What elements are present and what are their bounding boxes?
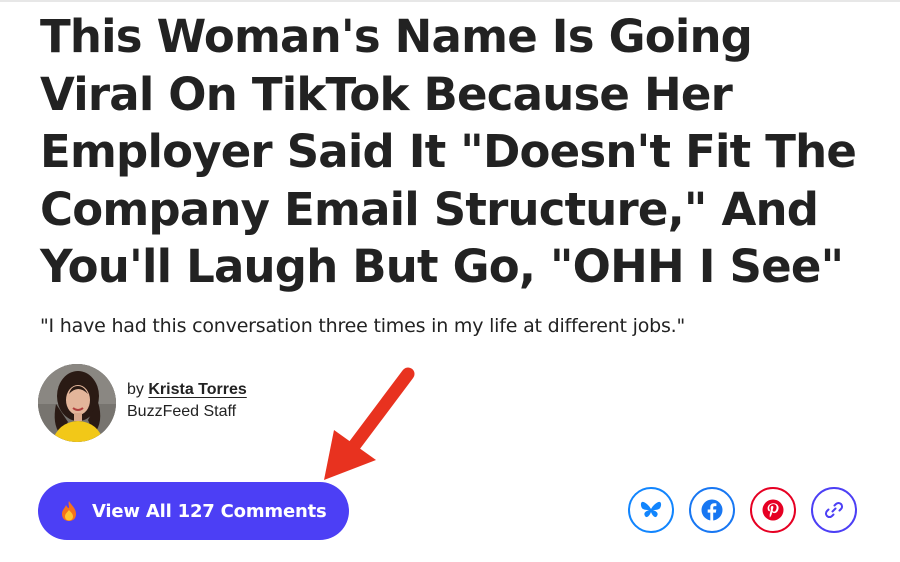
link-icon xyxy=(824,501,844,519)
article-dek: "I have had this conversation three time… xyxy=(40,315,686,337)
butterfly-icon xyxy=(640,501,662,518)
view-comments-label: View All 127 Comments xyxy=(92,500,327,522)
byline: by Krista Torres BuzzFeed Staff xyxy=(38,363,247,443)
share-bluesky-button[interactable] xyxy=(628,487,674,533)
byline-author-row: by Krista Torres xyxy=(127,379,247,401)
author-avatar[interactable] xyxy=(38,364,116,442)
red-arrow-icon xyxy=(324,367,415,480)
copy-link-button[interactable] xyxy=(811,487,857,533)
top-divider xyxy=(0,0,900,2)
fire-icon xyxy=(62,501,76,521)
pinterest-icon xyxy=(762,499,784,521)
author-name-link[interactable]: Krista Torres xyxy=(148,381,246,398)
view-comments-button[interactable]: View All 127 Comments xyxy=(38,482,349,540)
byline-prefix: by xyxy=(127,381,144,398)
article-headline: This Woman's Name Is Going Viral On TikT… xyxy=(40,10,857,293)
share-pinterest-button[interactable] xyxy=(750,487,796,533)
share-facebook-button[interactable] xyxy=(689,487,735,533)
author-role: BuzzFeed Staff xyxy=(127,403,237,420)
facebook-icon xyxy=(701,499,723,521)
